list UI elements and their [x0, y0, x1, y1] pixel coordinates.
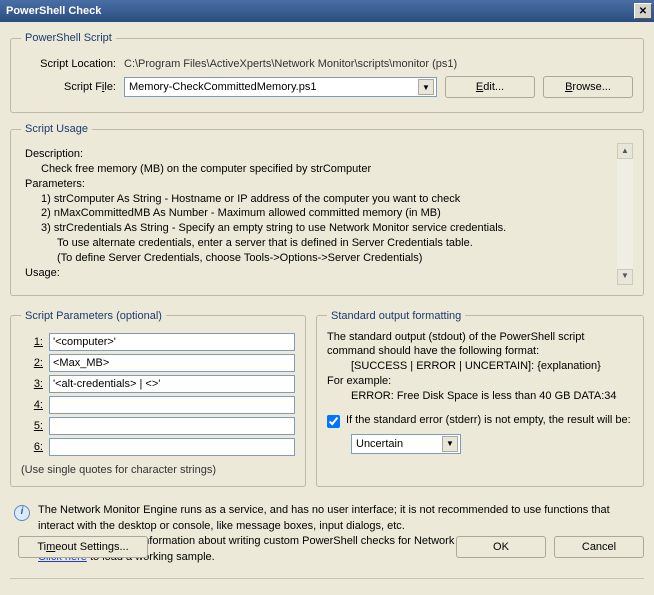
param-label-2: 2: [21, 357, 43, 369]
param-input-6[interactable] [49, 438, 295, 456]
usage-line: (To define Server Credentials, choose To… [25, 251, 611, 266]
chevron-down-icon[interactable]: ▼ [418, 79, 434, 95]
titlebar: PowerShell Check ✕ [0, 0, 654, 22]
group-legend: Script Usage [21, 123, 92, 135]
stdout-text: The standard output (stdout) of the Powe… [327, 330, 633, 404]
param-label-1: 1: [21, 336, 43, 348]
browse-button[interactable]: Browse... [543, 76, 633, 98]
stdout-line: [SUCCESS | ERROR | UNCERTAIN]: {explanat… [327, 359, 633, 374]
stdout-line: The standard output (stdout) of the Powe… [327, 330, 633, 360]
param-input-4[interactable] [49, 396, 295, 414]
usage-text: Description: Check free memory (MB) on t… [21, 143, 633, 285]
stdout-line: For example: [327, 374, 633, 389]
powershell-script-group: PowerShell Script Script Location: C:\Pr… [10, 32, 644, 113]
group-legend: Script Parameters (optional) [21, 310, 166, 322]
usage-line: Check free memory (MB) on the computer s… [25, 162, 611, 177]
param-label-3: 3: [21, 378, 43, 390]
stderr-result-value: Uncertain [356, 438, 442, 450]
script-location-label: Script Location: [21, 58, 116, 70]
stdout-line: ERROR: Free Disk Space is less than 40 G… [327, 389, 633, 404]
group-legend: Standard output formatting [327, 310, 465, 322]
stderr-result-select[interactable]: Uncertain ▼ [351, 434, 461, 454]
stdout-formatting-group: Standard output formatting The standard … [316, 310, 644, 487]
edit-button[interactable]: Edit... [445, 76, 535, 98]
scroll-down-icon[interactable]: ▼ [617, 269, 633, 285]
param-input-3[interactable] [49, 375, 295, 393]
param-label-6: 6: [21, 441, 43, 453]
window-title: PowerShell Check [6, 5, 634, 17]
usage-line: Description: [25, 147, 611, 162]
scrollbar-vertical[interactable]: ▲ ▼ [617, 143, 633, 285]
chevron-down-icon[interactable]: ▼ [442, 436, 458, 452]
script-parameters-group: Script Parameters (optional) 1: 2: 3: 4:… [10, 310, 306, 487]
script-usage-group: Script Usage Description: Check free mem… [10, 123, 644, 296]
usage-line: To use alternate credentials, enter a se… [25, 236, 611, 251]
info-icon: i [14, 505, 30, 521]
param-input-5[interactable] [49, 417, 295, 435]
param-input-1[interactable] [49, 333, 295, 351]
ok-button[interactable]: OK [456, 536, 546, 558]
params-hint: (Use single quotes for character strings… [21, 464, 295, 476]
close-icon[interactable]: ✕ [634, 3, 652, 19]
usage-line: 2) nMaxCommittedMB As Number - Maximum a… [25, 206, 611, 221]
usage-line: Parameters: [25, 177, 611, 192]
scroll-up-icon[interactable]: ▲ [617, 143, 633, 159]
usage-line: Usage: [25, 266, 611, 281]
script-file-value: Memory-CheckCommittedMemory.ps1 [129, 81, 418, 93]
script-file-combo[interactable]: Memory-CheckCommittedMemory.ps1 ▼ [124, 77, 437, 97]
info-body: The Network Monitor Engine runs as a ser… [38, 503, 640, 535]
param-label-4: 4: [21, 399, 43, 411]
timeout-settings-button[interactable]: Timeout Settings... [18, 536, 148, 558]
param-input-2[interactable] [49, 354, 295, 372]
separator [10, 578, 644, 579]
stderr-checkbox[interactable] [327, 415, 340, 428]
stderr-check-label: If the standard error (stderr) is not em… [346, 414, 631, 426]
cancel-button[interactable]: Cancel [554, 536, 644, 558]
group-legend: PowerShell Script [21, 32, 116, 44]
script-file-label: Script File: [21, 81, 116, 93]
usage-line: 1) strComputer As String - Hostname or I… [25, 192, 611, 207]
usage-line: 3) strCredentials As String - Specify an… [25, 221, 611, 236]
script-location-value: C:\Program Files\ActiveXperts\Network Mo… [124, 56, 633, 72]
param-label-5: 5: [21, 420, 43, 432]
